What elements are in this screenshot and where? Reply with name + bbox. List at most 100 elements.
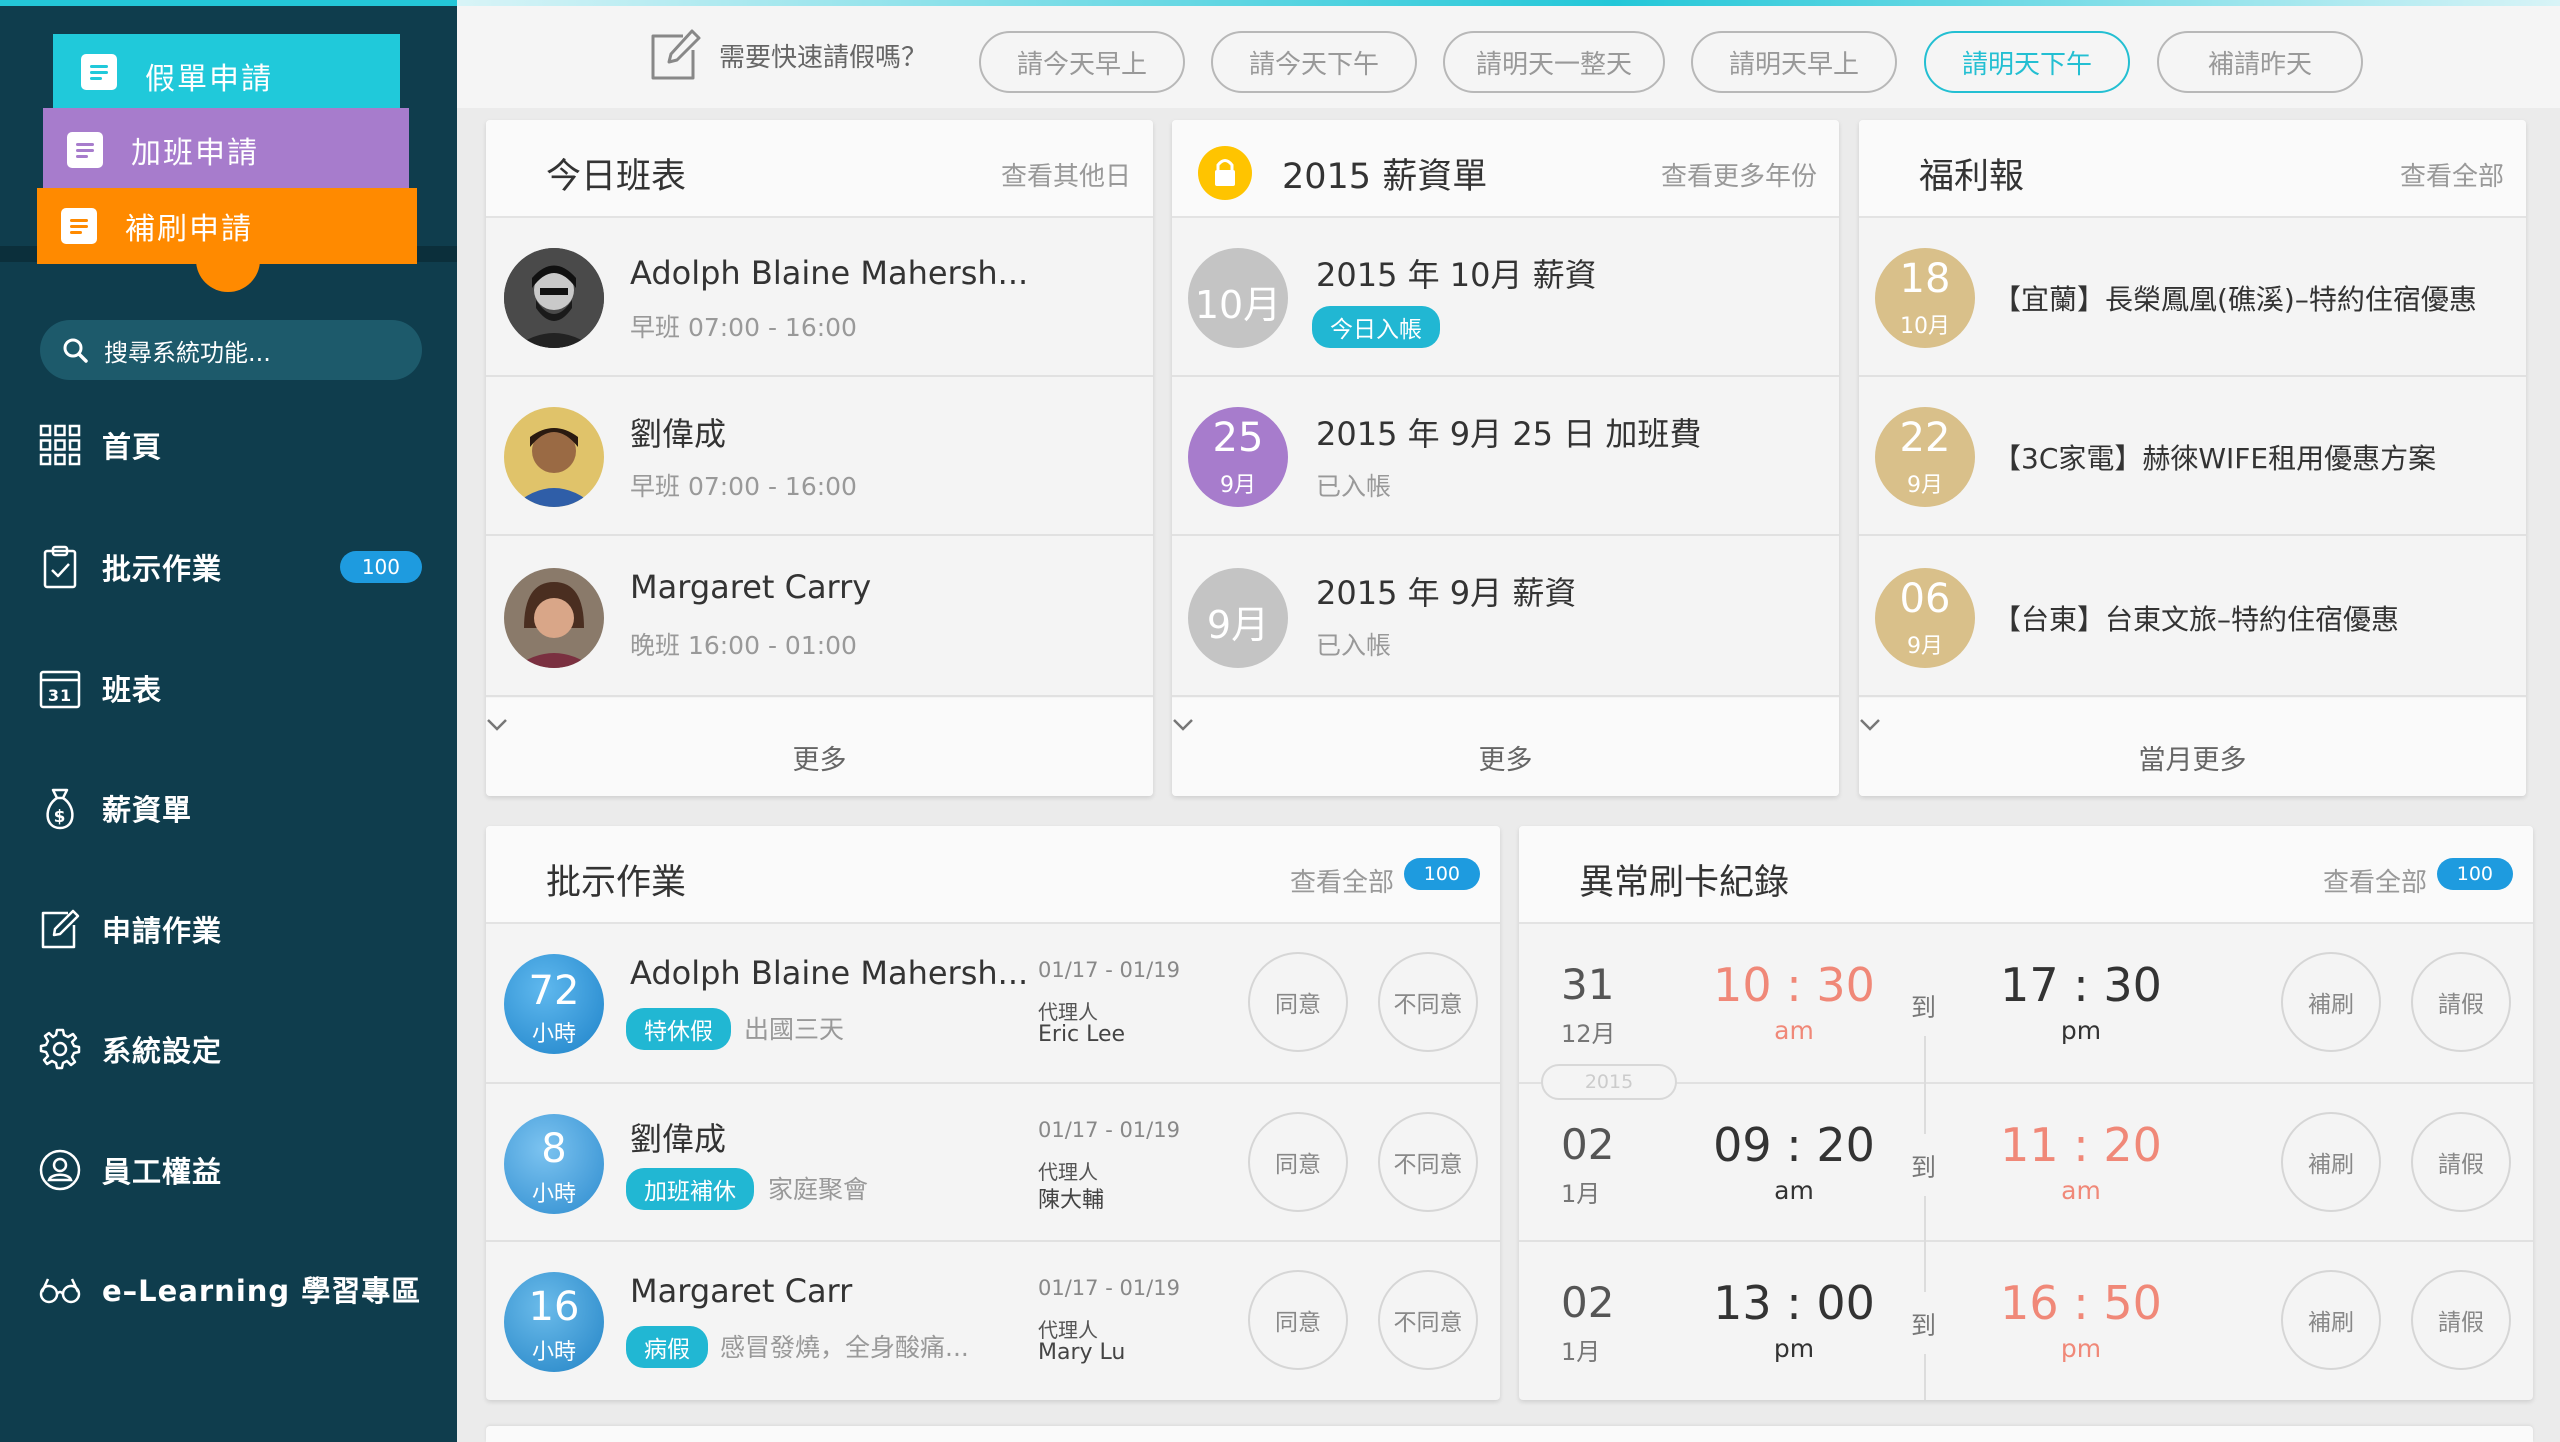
menu-toggle-handle[interactable] xyxy=(196,244,260,292)
list-item[interactable]: 劉偉成 早班 07:00 - 16:00 xyxy=(486,377,1153,536)
top-accent-line xyxy=(457,0,2560,6)
nav-item-schedule[interactable]: 31 班表 xyxy=(38,666,428,710)
more-button[interactable]: 更多 xyxy=(1172,698,1839,796)
quick-leave-this-afternoon-button[interactable]: 請今天下午 xyxy=(1211,31,1417,93)
list-item[interactable]: Adolph Blaine Mahersh... 早班 07:00 - 16:0… xyxy=(486,218,1153,377)
view-all-link[interactable]: 查看全部 xyxy=(2400,156,2504,193)
hours-number: 8 xyxy=(541,1126,567,1172)
payslip-title: 2015 年 10月 薪資 xyxy=(1316,256,1597,294)
card-title: 2015 薪資單 xyxy=(1282,157,1488,197)
more-button[interactable]: 更多 xyxy=(486,698,1153,796)
punch-correction-button[interactable]: 補刷 xyxy=(2281,952,2381,1052)
quick-leave-yesterday-button[interactable]: 補請昨天 xyxy=(2157,31,2363,93)
nav-item-payslip[interactable]: $ 薪資單 xyxy=(38,786,428,830)
view-other-days-link[interactable]: 查看其他日 xyxy=(1001,156,1131,193)
view-all-link[interactable]: 查看全部 xyxy=(2323,862,2427,899)
view-all-link[interactable]: 查看全部 xyxy=(1290,862,1394,899)
reject-button[interactable]: 不同意 xyxy=(1378,1270,1478,1370)
employee-name: Adolph Blaine Mahersh... xyxy=(630,254,1029,292)
avatar xyxy=(504,407,604,507)
hours-circle: 72 小時 xyxy=(504,954,604,1054)
record-month: 1月 xyxy=(1561,1338,1601,1366)
reject-button[interactable]: 不同意 xyxy=(1378,952,1478,1052)
leave-application-button[interactable]: 假單申請 xyxy=(53,34,400,114)
clock-out-time: 17 : 30 xyxy=(2000,958,2162,1012)
money-bag-icon: $ xyxy=(38,786,82,830)
list-item[interactable]: 06 9月 【台東】台東文旅–特約住宿優惠 xyxy=(1859,536,2526,697)
quick-leave-this-morning-button[interactable]: 請今天早上 xyxy=(979,31,1185,93)
punch-correction-label: 補刷申請 xyxy=(125,212,253,247)
date-circle: 18 10月 xyxy=(1875,248,1975,348)
list-item[interactable]: 22 9月 【3C家電】赫徠WIFE租用優惠方案 xyxy=(1859,377,2526,536)
list-item[interactable]: 9月 2015 年 9月 薪資 已入帳 xyxy=(1172,536,1839,697)
nav-item-settings[interactable]: 系統設定 xyxy=(38,1027,428,1071)
more-this-month-button[interactable]: 當月更多 xyxy=(1859,698,2526,796)
punch-correction-button[interactable]: 補刷 xyxy=(2281,1270,2381,1370)
quick-leave-question: 需要快速請假嗎？ xyxy=(719,42,928,73)
date-range: 01/17 - 01/19 xyxy=(1038,958,1180,982)
hours-circle: 16 小時 xyxy=(504,1272,604,1372)
request-leave-button[interactable]: 請假 xyxy=(2411,1112,2511,1212)
payslip-status: 已入帳 xyxy=(1316,631,1392,660)
table-row: 31 12月 10 : 30 am 到 17 : 30 pm 補刷 請假 xyxy=(1519,924,2533,1084)
list-item[interactable]: 18 10月 【宜蘭】長榮鳳凰(礁溪)–特約住宿優惠 xyxy=(1859,218,2526,377)
nav-label: 批示作業 xyxy=(102,552,223,586)
overtime-application-label: 加班申請 xyxy=(131,136,259,171)
date-range: 01/17 - 01/19 xyxy=(1038,1276,1180,1300)
list-item[interactable]: Margaret Carry 晚班 16:00 - 01:00 xyxy=(486,536,1153,697)
punch-correction-button[interactable]: 補刷 xyxy=(2281,1112,2381,1212)
quick-leave-tomorrow-full-day-button[interactable]: 請明天一整天 xyxy=(1443,31,1665,93)
search-icon xyxy=(62,337,88,363)
clock-in-time: 10 : 30 xyxy=(1713,958,1875,1012)
table-row: 72 小時 Adolph Blaine Mahersh... 特休假 出國三天 … xyxy=(486,924,1500,1084)
leave-application-label: 假單申請 xyxy=(145,62,273,97)
reject-button[interactable]: 不同意 xyxy=(1378,1112,1478,1212)
nav-item-home[interactable]: 首頁 xyxy=(38,423,428,467)
shift-time: 早班 07:00 - 16:00 xyxy=(630,313,857,342)
list-item[interactable]: 25 9月 2015 年 9月 25 日 加班費 已入帳 xyxy=(1172,377,1839,536)
hours-number: 72 xyxy=(528,968,580,1014)
quick-leave-tomorrow-afternoon-button[interactable]: 請明天下午 xyxy=(1924,31,2130,93)
to-label: 到 xyxy=(1911,993,1937,1022)
table-row: 02 1月 09 : 20 am 到 11 : 20 am 補刷 請假 xyxy=(1519,1084,2533,1242)
card-title: 批示作業 xyxy=(546,863,687,903)
leave-type-badge: 病假 xyxy=(626,1326,708,1368)
card-header: 批示作業 查看全部 100 xyxy=(486,826,1500,924)
approve-button[interactable]: 同意 xyxy=(1248,1270,1348,1370)
leave-type-badge: 特休假 xyxy=(626,1008,731,1050)
glasses-icon xyxy=(38,1267,82,1311)
request-leave-button[interactable]: 請假 xyxy=(2411,952,2511,1052)
approve-button[interactable]: 同意 xyxy=(1248,1112,1348,1212)
request-leave-button[interactable]: 請假 xyxy=(2411,1270,2511,1370)
chevron-down-icon xyxy=(486,718,1153,732)
overtime-application-button[interactable]: 加班申請 xyxy=(43,108,409,192)
leave-type-badge: 加班補休 xyxy=(626,1168,754,1210)
clock-out-ampm: pm xyxy=(2060,1016,2102,1045)
card-header: 2015 薪資單 查看更多年份 xyxy=(1172,120,1839,218)
search-input[interactable]: 搜尋系統功能... xyxy=(40,320,422,380)
agent-name: Mary Lu xyxy=(1038,1340,1126,1365)
nav-item-e-learning[interactable]: e–Learning 學習專區 xyxy=(38,1267,428,1311)
lock-icon xyxy=(1198,146,1252,200)
avatar xyxy=(504,248,604,348)
divider xyxy=(1924,1036,1926,1084)
next-card-edge xyxy=(486,1426,2533,1442)
list-item[interactable]: 10月 2015 年 10月 薪資 今日入帳 xyxy=(1172,218,1839,377)
quick-leave-tomorrow-morning-button[interactable]: 請明天早上 xyxy=(1691,31,1897,93)
nav-item-applications[interactable]: 申請作業 xyxy=(38,907,428,951)
date-circle: 06 9月 xyxy=(1875,568,1975,668)
nav-label: 員工權益 xyxy=(102,1155,223,1189)
hours-unit: 小時 xyxy=(531,1340,576,1365)
nav-label: 系統設定 xyxy=(102,1034,223,1068)
table-row: 8 小時 劉偉成 加班補休 家庭聚會 01/17 - 01/19 代理人 陳大輔… xyxy=(486,1084,1500,1242)
abnormal-punch-card: 異常刷卡紀錄 查看全部 100 31 12月 10 : 30 am 到 17 : 30 pm… xyxy=(1519,826,2533,1400)
table-row: 16 小時 Margaret Carr 病假 感冒發燒，全身酸痛... 01/1… xyxy=(486,1242,1500,1400)
nav-item-approvals[interactable]: 批示作業 100 xyxy=(38,545,428,589)
more-label: 更多 xyxy=(792,745,847,776)
nav-item-employee-benefits[interactable]: 員工權益 xyxy=(38,1148,428,1192)
to-label: 到 xyxy=(1911,1153,1937,1182)
approve-button[interactable]: 同意 xyxy=(1248,952,1348,1052)
view-more-years-link[interactable]: 查看更多年份 xyxy=(1661,156,1817,193)
agent-label: 代理人 xyxy=(1038,1000,1098,1024)
leave-reason: 家庭聚會 xyxy=(768,1175,869,1204)
